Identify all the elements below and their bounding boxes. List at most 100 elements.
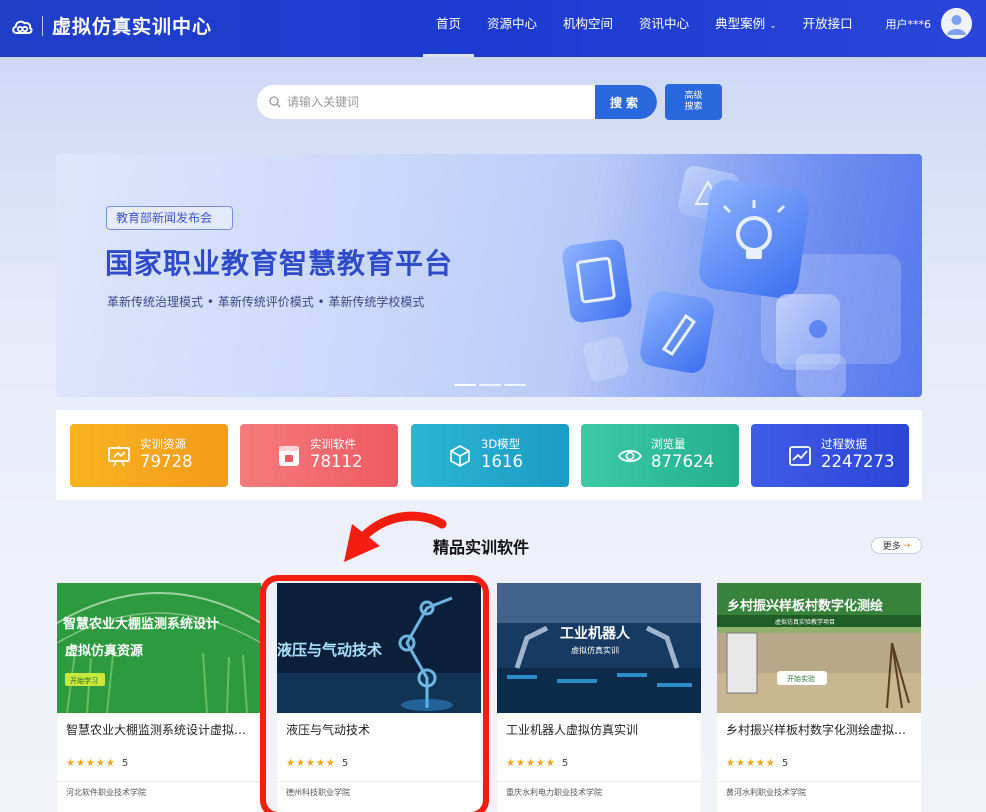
card-school: 黄河水利职业技术学院 (726, 788, 806, 797)
star-icon: ★ (545, 758, 555, 769)
card-rating: ★ ★ ★ ★ ★ 5 (726, 758, 788, 769)
cube-icon (450, 444, 470, 467)
card-rating: ★ ★ ★ ★ ★ 5 (506, 758, 568, 769)
user-name: 用户***6 (885, 17, 932, 31)
course-card[interactable]: 工业机器人 虚拟仿真实训 工业机器人虚拟仿真实训 ★ ★ ★ ★ ★ 5 重庆水利电力职… (497, 583, 701, 812)
card-title: 液压与气动技术 (286, 723, 371, 737)
stat-value: 1616 (481, 452, 523, 471)
nav-open-api[interactable]: 开放接口 (790, 0, 866, 57)
star-icon: ★ (745, 758, 755, 769)
nav-institutions-label: 机构空间 (563, 16, 614, 31)
advanced-search-label-2: 搜索 (684, 102, 703, 112)
stat-label: 实训资源 (140, 437, 186, 451)
software-icon (279, 445, 299, 466)
course-card[interactable]: 智慧农业大棚监测系统设计 虚拟仿真资源 开始学习 智慧农业大棚监测系统设计虚拟…… (57, 583, 261, 812)
thumbnail-subtext: 虚拟仿真资源 (65, 643, 143, 659)
star-icon: ★ (515, 758, 525, 769)
search-button[interactable]: 搜索 (595, 85, 657, 119)
star-icon: ★ (765, 758, 775, 769)
user-menu[interactable]: 用户***6 (885, 8, 972, 39)
star-icon: ★ (295, 758, 305, 769)
stats-panel: 实训资源 79728 实训软件 78112 3D模型 1616 浏览量 8776… (56, 410, 922, 500)
stat-training-resources[interactable]: 实训资源 79728 (70, 424, 228, 487)
robot-arm-thumbnail: 液压与气动技术 (277, 583, 481, 713)
star-icon: ★ (755, 758, 765, 769)
more-button[interactable]: 更多 → (871, 537, 922, 554)
course-card[interactable]: 乡村振兴样板村数字化测绘 虚拟仿真实验教学项目 开始实验 乡村振兴样板村数字化测… (717, 583, 921, 812)
thumbnail-text: 智慧农业大棚监测系统设计 (63, 616, 219, 632)
star-icon: ★ (735, 758, 745, 769)
rating-value: 5 (121, 758, 129, 769)
nav-news[interactable]: 资讯中心 (626, 0, 702, 57)
section-title: 精品实训软件 (433, 538, 530, 557)
nav-cases[interactable]: 典型案例 ⌄ (702, 0, 790, 57)
hero-banner[interactable]: 教育部新闻发布会 国家职业教育智慧教育平台 革新传统治理模式 • 革新传统评价模… (56, 154, 922, 397)
user-avatar-icon (941, 8, 972, 39)
nav-institutions[interactable]: 机构空间 (550, 0, 626, 57)
presentation-icon (108, 445, 130, 466)
thumbnail-subtext: 虚拟仿真实验教学项目 (775, 618, 835, 626)
village-survey-thumbnail: 乡村振兴样板村数字化测绘 虚拟仿真实验教学项目 开始实验 (717, 583, 921, 713)
nav-open-api-label: 开放接口 (802, 16, 853, 31)
star-icon: ★ (66, 758, 75, 769)
stat-training-software[interactable]: 实训软件 78112 (240, 424, 398, 487)
industrial-robot-thumbnail: 工业机器人 虚拟仿真实训 (497, 583, 701, 713)
thumbnail-button: 开始实验 (787, 674, 815, 683)
site-logo[interactable]: 虚拟仿真实训中心 (10, 12, 212, 39)
logo-text: 虚拟仿真实训中心 (52, 16, 213, 38)
rating-value: 5 (781, 758, 789, 769)
carousel-indicators (454, 384, 526, 386)
card-thumbnail: 液压与气动技术 (277, 583, 481, 713)
stat-value: 877624 (651, 452, 714, 471)
card-title: 智慧农业大棚监测系统设计虚拟… (66, 723, 247, 737)
stat-value: 2247273 (821, 452, 895, 471)
card-thumbnail: 智慧农业大棚监测系统设计 虚拟仿真资源 开始学习 (57, 583, 261, 713)
stat-label: 3D模型 (481, 437, 521, 451)
star-icon: ★ (506, 758, 515, 769)
card-thumbnail: 工业机器人 虚拟仿真实训 (497, 583, 701, 713)
nav-news-label: 资讯中心 (639, 16, 690, 31)
card-title: 工业机器人虚拟仿真实训 (506, 723, 639, 737)
main-nav: 首页 资源中心 机构空间 资讯中心 典型案例 ⌄ 开放接口 (423, 0, 866, 57)
stat-process-data[interactable]: 过程数据 2247273 (751, 424, 909, 487)
card-divider (497, 781, 701, 782)
course-card[interactable]: 液压与气动技术 液压与气动技术 ★ ★ ★ ★ ★ 5 德州科技职业学院 (277, 583, 481, 812)
card-school: 重庆水利电力职业技术学院 (506, 788, 602, 797)
carousel-dot[interactable] (504, 384, 526, 386)
chevron-down-icon: ⌄ (769, 21, 777, 31)
education-illustration (562, 165, 901, 397)
card-thumbnail: 乡村振兴样板村数字化测绘 虚拟仿真实验教学项目 开始实验 (717, 583, 921, 713)
stat-label: 实训软件 (310, 437, 356, 451)
nav-resources[interactable]: 资源中心 (474, 0, 550, 57)
logo-divider (42, 15, 43, 36)
eye-icon (617, 449, 643, 462)
avatar[interactable] (941, 8, 972, 39)
greenhouse-thumbnail: 智慧农业大棚监测系统设计 虚拟仿真资源 开始学习 (57, 583, 261, 713)
stat-3d-models[interactable]: 3D模型 1616 (411, 424, 569, 487)
nav-cases-label: 典型案例 (715, 16, 766, 31)
thumbnail-subtext: 虚拟仿真实训 (571, 645, 619, 655)
carousel-dot[interactable] (479, 384, 501, 386)
nav-home-label: 首页 (436, 16, 462, 31)
rating-value: 5 (561, 758, 569, 769)
card-rating: ★ ★ ★ ★ ★ 5 (66, 758, 128, 769)
advanced-search-button[interactable]: 高级 搜索 (665, 84, 722, 120)
star-icon: ★ (535, 758, 545, 769)
search-input[interactable] (287, 85, 587, 119)
star-icon: ★ (75, 758, 85, 769)
carousel-dot[interactable] (454, 384, 476, 386)
advanced-search-label-1: 高级 (684, 91, 703, 101)
nav-home[interactable]: 首页 (423, 0, 475, 57)
card-title: 乡村振兴样板村数字化测绘虚拟… (726, 723, 907, 737)
banner-subtitle: 革新传统治理模式 • 革新传统评价模式 • 革新传统学校模式 (107, 295, 425, 309)
rating-value: 5 (341, 758, 349, 769)
chart-icon (789, 445, 811, 466)
star-icon: ★ (525, 758, 535, 769)
stat-label: 过程数据 (821, 437, 867, 451)
top-navbar: 虚拟仿真实训中心 首页 资源中心 机构空间 资讯中心 典型案例 ⌄ 开放接口 用户… (0, 0, 986, 57)
stat-page-views[interactable]: 浏览量 877624 (581, 424, 739, 487)
card-school: 河北软件职业技术学院 (66, 788, 146, 797)
nav-resources-label: 资源中心 (487, 16, 538, 31)
card-school: 德州科技职业学院 (286, 788, 350, 797)
more-label: 更多 (882, 542, 901, 552)
